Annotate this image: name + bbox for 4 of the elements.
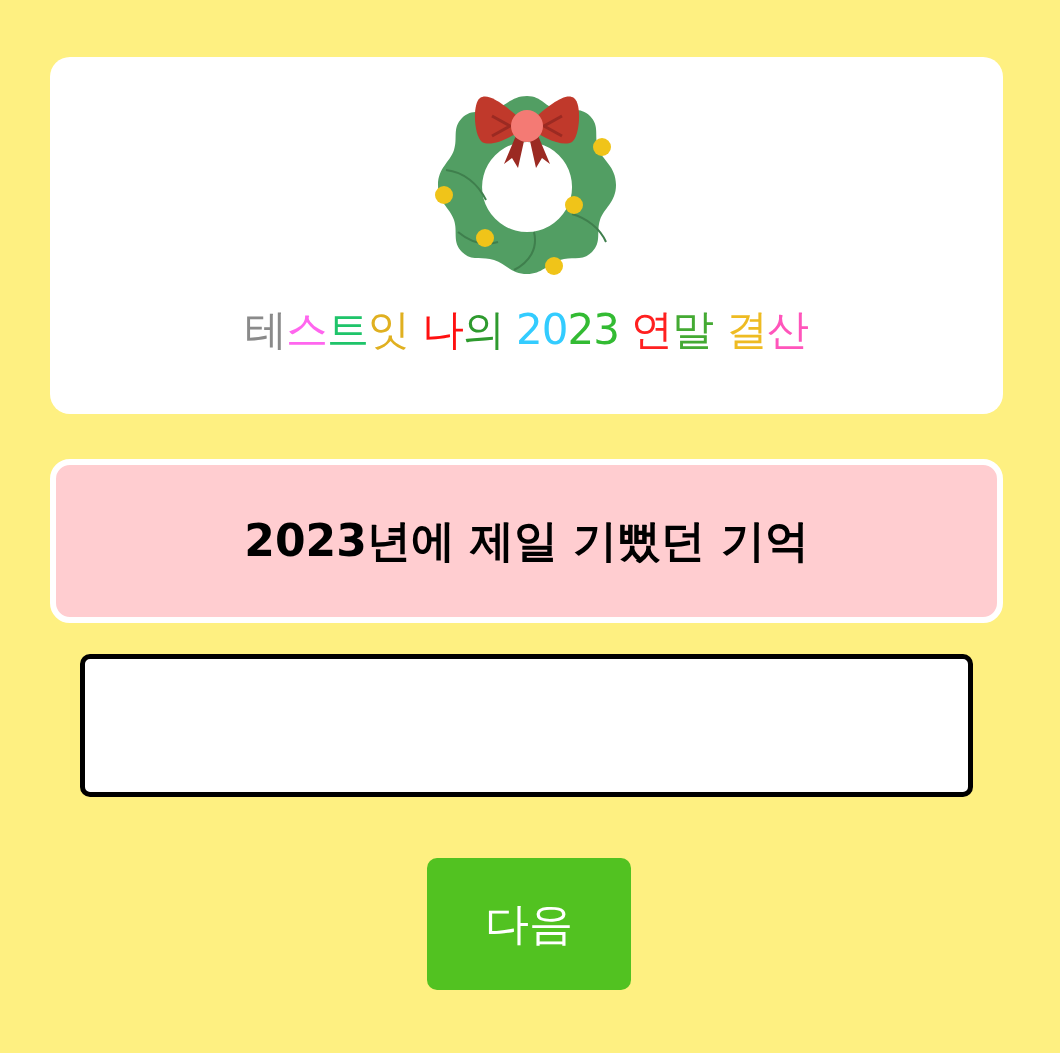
next-button[interactable]: 다음 (426, 858, 631, 990)
answer-box[interactable] (80, 654, 973, 797)
logo-title: 테스트잇 나의 2023 연말 결산 (245, 306, 808, 354)
question-title: 2023년에 제일 기뻤던 기억 (244, 513, 809, 568)
